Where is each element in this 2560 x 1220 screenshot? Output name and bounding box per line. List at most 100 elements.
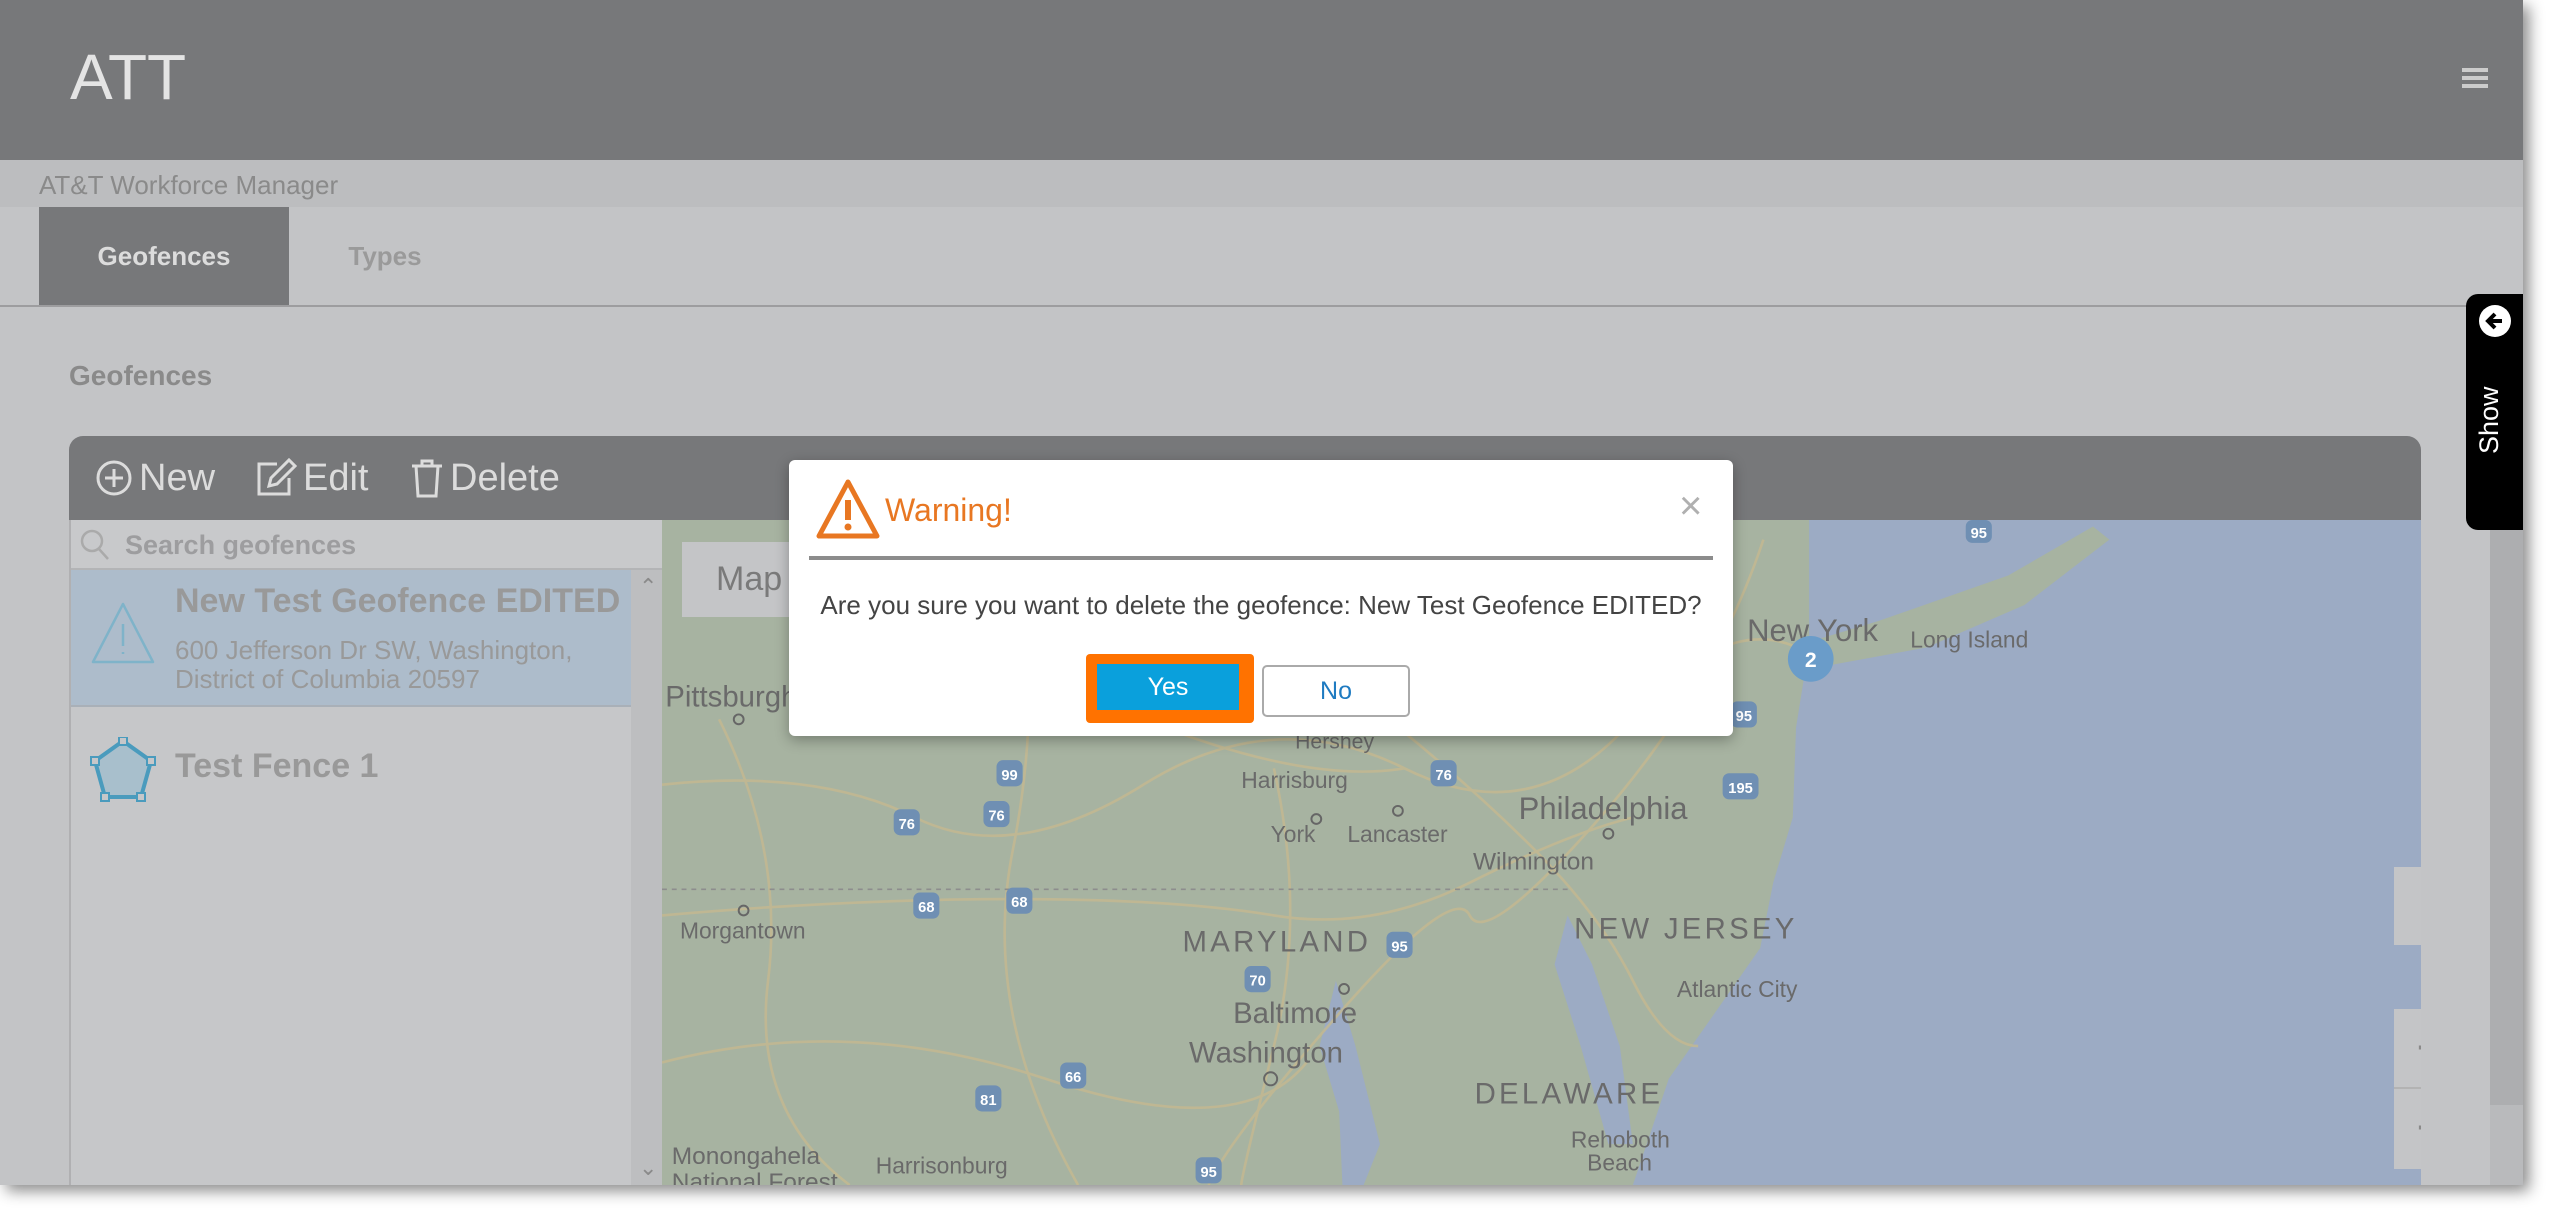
scroll-up-icon[interactable]: ⌃ xyxy=(639,574,657,600)
map-label-beach: Beach xyxy=(1587,1149,1652,1175)
divider xyxy=(809,556,1713,560)
plus-circle-icon xyxy=(96,460,132,496)
map-label-morgantown: Morgantown xyxy=(680,917,806,943)
hamburger-icon[interactable] xyxy=(2462,68,2488,88)
map-label-monongahela: Monongahela xyxy=(672,1143,821,1170)
dialog-message: Are you sure you want to delete the geof… xyxy=(820,590,1702,620)
search-input[interactable] xyxy=(125,526,625,564)
tab-types[interactable]: Types xyxy=(300,207,470,305)
new-button[interactable]: New xyxy=(95,456,215,500)
highway-shield: 195 xyxy=(1722,773,1759,800)
search-icon xyxy=(80,529,109,560)
map-label-harrisonburg: Harrisonburg xyxy=(876,1153,1008,1179)
highway-shield: 95 xyxy=(1386,931,1413,958)
map-label-harrisburg: Harrisburg xyxy=(1241,767,1348,793)
highway-shield: 76 xyxy=(893,809,920,836)
warning-triangle-icon xyxy=(91,602,155,664)
no-button[interactable]: No xyxy=(1262,665,1410,717)
pegman-icon xyxy=(2394,867,2421,945)
svg-text:68: 68 xyxy=(918,900,934,916)
svg-text:81: 81 xyxy=(980,1093,996,1109)
show-side-tab[interactable]: Show xyxy=(2466,294,2523,530)
highway-shield: 81 xyxy=(975,1085,1002,1112)
map-label-atlantic-city: Atlantic City xyxy=(1677,976,1798,1002)
svg-text:95: 95 xyxy=(1200,1165,1216,1181)
zoom-controls: + − xyxy=(2394,1009,2421,1169)
app-title: ATT xyxy=(70,41,187,113)
svg-text:95: 95 xyxy=(1971,526,1987,542)
polygon-icon xyxy=(90,737,156,802)
warning-icon xyxy=(816,479,880,539)
new-label: New xyxy=(139,456,216,499)
map-label-york: York xyxy=(1271,821,1316,847)
map-label-national-forest: National Forest xyxy=(672,1169,838,1185)
tab-bar: Geofences Types xyxy=(0,207,2523,307)
highway-shield: 76 xyxy=(983,801,1010,828)
edit-button[interactable]: Edit xyxy=(255,456,368,500)
list-item[interactable]: Test Fence 1 xyxy=(71,707,631,835)
map-label-washington: Washington xyxy=(1189,1036,1343,1069)
highway-shield: 95 xyxy=(1965,520,1992,543)
map-label-long-island: Long Island xyxy=(1910,626,2028,652)
map-label-lancaster: Lancaster xyxy=(1347,821,1448,847)
map-type-button[interactable]: Map xyxy=(682,542,790,617)
highway-shield: 70 xyxy=(1244,966,1271,993)
edit-label: Edit xyxy=(303,456,369,499)
svg-text:95: 95 xyxy=(1736,709,1752,725)
highway-shield: 68 xyxy=(1006,887,1033,914)
search-box xyxy=(71,520,664,570)
map-label-baltimore: Baltimore xyxy=(1233,997,1357,1030)
delete-button[interactable]: Delete xyxy=(410,456,560,500)
app-header: ATT xyxy=(0,0,2523,160)
show-label: Show xyxy=(2474,386,2504,454)
close-button[interactable]: × xyxy=(1679,484,1702,529)
svg-text:66: 66 xyxy=(1065,1070,1081,1086)
map-label-wilmington: Wilmington xyxy=(1473,849,1594,876)
highway-shield: 99 xyxy=(996,760,1023,787)
geofence-name: New Test Geofence EDITED xyxy=(175,582,621,620)
highway-shield: 66 xyxy=(1060,1062,1087,1089)
subtitle-bar: AT&T Workforce Manager xyxy=(0,160,2523,207)
zoom-in-button[interactable]: + xyxy=(2394,1009,2421,1089)
svg-text:76: 76 xyxy=(899,817,915,833)
scrollbar-thumb[interactable] xyxy=(2490,530,2523,1105)
highway-shield: 76 xyxy=(1430,760,1457,787)
highway-shield: 95 xyxy=(1195,1157,1222,1184)
page-scrollbar[interactable] xyxy=(2490,530,2523,1185)
highway-shield: 68 xyxy=(913,892,940,919)
svg-text:195: 195 xyxy=(1728,781,1752,797)
arrow-left-circle-icon xyxy=(2479,305,2511,337)
dialog-title: Warning! xyxy=(885,492,1012,528)
highway-shield: 95 xyxy=(1730,701,1757,728)
warning-dialog: Warning! × Are you sure you want to dele… xyxy=(789,460,1733,736)
map-label-delaware: DELAWARE xyxy=(1475,1077,1664,1110)
address-line-2: District of Columbia 20597 xyxy=(175,664,480,694)
app-subtitle: AT&T Workforce Manager xyxy=(39,170,339,200)
city-markers xyxy=(732,713,1615,1087)
scroll-down-icon[interactable]: ⌄ xyxy=(639,1155,657,1181)
svg-text:76: 76 xyxy=(988,809,1004,825)
delete-label: Delete xyxy=(450,456,560,499)
page: ATT AT&T Workforce Manager Geofences Typ… xyxy=(0,0,2523,1185)
geofence-name: Test Fence 1 xyxy=(175,747,379,785)
tab-geofences[interactable]: Geofences xyxy=(39,207,289,305)
map-label-new-jersey: NEW JERSEY xyxy=(1574,912,1797,945)
svg-text:2: 2 xyxy=(1805,649,1817,672)
svg-text:68: 68 xyxy=(1011,895,1027,911)
geofence-list: New Test Geofence EDITED 600 Jefferson D… xyxy=(69,520,664,1185)
address-line-1: 600 Jefferson Dr SW, Washington, xyxy=(175,635,573,665)
street-view-pegman[interactable] xyxy=(2394,867,2421,945)
list-scrollbar[interactable]: ⌃ ⌄ xyxy=(631,570,664,1185)
edit-icon xyxy=(257,458,297,496)
svg-text:76: 76 xyxy=(1435,768,1451,784)
map-label-maryland: MARYLAND xyxy=(1183,925,1372,958)
svg-text:99: 99 xyxy=(1001,768,1017,784)
geofence-address: 600 Jefferson Dr SW, Washington, Distric… xyxy=(175,636,572,694)
trash-icon xyxy=(412,459,442,498)
list-item-selected[interactable]: New Test Geofence EDITED 600 Jefferson D… xyxy=(71,570,631,707)
cluster-marker[interactable]: 2 xyxy=(1787,636,1834,682)
map-label-philadelphia: Philadelphia xyxy=(1519,791,1689,826)
zoom-out-button[interactable]: − xyxy=(2394,1089,2421,1169)
yes-button[interactable]: Yes xyxy=(1097,664,1239,710)
map-label-pittsburgh: Pittsburgh xyxy=(665,680,797,713)
